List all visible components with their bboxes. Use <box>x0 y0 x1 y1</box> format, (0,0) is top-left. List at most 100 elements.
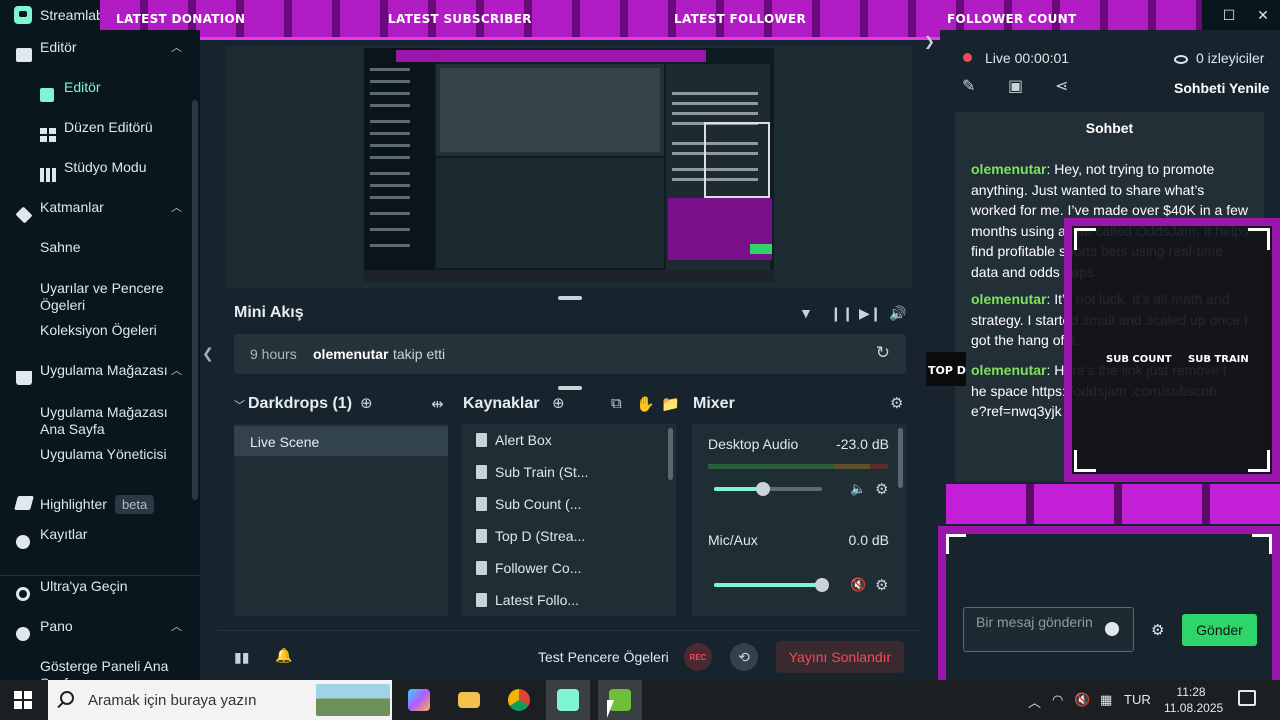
sidebar-item-label: Editör <box>64 79 101 95</box>
maximize-icon[interactable]: ☐ <box>1212 0 1246 30</box>
panels-resize-handle[interactable] <box>558 386 582 390</box>
gear-icon[interactable]: ⚙ <box>875 576 888 594</box>
volume-slider[interactable] <box>714 482 822 496</box>
document-icon <box>476 465 487 479</box>
sidebar-item-app-store-home[interactable]: Uygulama Mağazası Ana Sayfa <box>0 404 200 438</box>
notification-bell-icon[interactable]: 🔔 <box>275 647 292 664</box>
editor-icon <box>16 48 32 62</box>
eye-icon <box>1174 54 1188 64</box>
sidebar-scrollbar[interactable] <box>192 100 198 500</box>
chevron-up-icon[interactable]: ︿ <box>1028 692 1041 711</box>
edit-icon[interactable]: ✎ <box>962 76 975 96</box>
sidebar-item-label: Uygulama Mağazası <box>40 362 168 378</box>
preview-nested-screen <box>440 68 660 152</box>
preview-panels <box>436 158 664 268</box>
chrome-icon[interactable] <box>497 680 541 720</box>
gear-icon[interactable]: ⚙ <box>890 394 903 412</box>
sources-title: Kaynaklar <box>463 395 540 412</box>
end-stream-button[interactable]: Yayını Sonlandır <box>776 641 904 673</box>
scene-collection-title[interactable]: Darkdrops (1) <box>248 395 352 413</box>
list-item[interactable]: Alert Box <box>462 424 662 456</box>
gear-icon[interactable]: ⚙ <box>1151 621 1164 639</box>
list-item[interactable]: Follower Co... <box>462 552 662 584</box>
volume-icon[interactable]: 🔊 <box>889 305 906 322</box>
source-hand-icon[interactable]: ✋ <box>636 395 655 413</box>
slider-fill <box>714 583 822 587</box>
viewer-count: 0 izleyiciler <box>1174 50 1264 66</box>
security-icon[interactable]: ▦ <box>1100 692 1112 708</box>
preview-resize-handle[interactable] <box>558 296 582 300</box>
language-indicator[interactable]: TUR <box>1124 692 1151 707</box>
chat-username[interactable]: olemenutar <box>971 362 1046 378</box>
sidebar-section-highlighter[interactable]: Highlighter beta <box>0 492 200 514</box>
studio-mode-icon <box>40 168 56 182</box>
replay-buffer-icon[interactable]: ⟲ <box>730 643 758 671</box>
overlay-label-sub-train: SUB TRAIN <box>1188 354 1249 365</box>
chevron-down-icon[interactable]: ﹀ <box>234 397 245 413</box>
screen: Streamlabs ☐ ✕ LATEST DONATION LATEST SU… <box>0 0 1280 720</box>
collapse-sidebar-icon[interactable]: ❮ <box>202 345 214 362</box>
chat-username[interactable]: olemenutar <box>971 291 1046 307</box>
gear-icon[interactable]: ⚙ <box>875 480 888 498</box>
chevron-right-icon[interactable]: ❯ <box>924 34 935 50</box>
highlighter-icon <box>14 496 34 510</box>
streamlabs-taskbar-icon[interactable] <box>546 680 590 720</box>
mic-muted-icon[interactable]: 🔇 <box>850 577 866 593</box>
slider-thumb[interactable] <box>756 482 770 496</box>
chat-username[interactable]: olemenutar <box>971 161 1046 177</box>
overlay-label-sub-count: SUB COUNT <box>1106 354 1172 365</box>
send-button[interactable]: Gönder <box>1182 614 1257 646</box>
editor-footer: ▮▮ 🔔 Test Pencere Ögeleri REC ⟲ Yayını S… <box>218 630 920 680</box>
skip-icon[interactable]: ▶❙ <box>859 305 882 322</box>
preview-sidebar <box>364 48 434 270</box>
sources-scrollbar[interactable] <box>668 428 673 480</box>
add-scene-icon[interactable]: ⊕ <box>360 394 373 412</box>
chevron-up-icon: ︿ <box>171 202 182 214</box>
add-source-icon[interactable]: ⊕ <box>552 394 565 412</box>
notification-center-icon[interactable] <box>1238 690 1256 706</box>
sidebar: Editör ︿ Editör Düzen Editörü Stüdyo Mod… <box>0 30 200 680</box>
source-layout-icon[interactable]: ⧉ <box>611 395 622 412</box>
chevron-up-icon: ︿ <box>171 365 182 377</box>
performance-icon[interactable]: ▮▮ <box>234 649 249 666</box>
search-icon <box>60 691 74 705</box>
list-item[interactable]: Sub Train (St... <box>462 456 662 488</box>
sidebar-item-label: Gösterge Paneli Ana Sayfa <box>40 658 169 680</box>
file-explorer-icon[interactable] <box>447 680 491 720</box>
scene-item[interactable]: Live Scene <box>234 426 448 456</box>
pause-icon[interactable]: ❙❙ <box>830 305 853 322</box>
camera-icon[interactable]: ▣ <box>1008 76 1023 96</box>
test-widgets-button[interactable]: Test Pencere Ögeleri <box>538 649 669 665</box>
mini-feed-event: 9 hours olemenutar takip etti ↻ <box>234 334 906 374</box>
list-item[interactable]: Sub Count (... <box>462 488 662 520</box>
scene-transition-icon[interactable]: ⇹ <box>431 395 444 413</box>
overlay-sub-frame: SUB COUNT SUB TRAIN <box>1064 218 1280 482</box>
close-icon[interactable]: ✕ <box>1246 0 1280 30</box>
system-clock[interactable]: 11:28 11.08.2025 <box>1164 684 1223 716</box>
sidebar-item-dashboard-home[interactable]: Gösterge Paneli Ana Sayfa <box>0 658 200 680</box>
chat-message-input[interactable] <box>976 614 1096 648</box>
share-icon[interactable]: ⋖ <box>1055 76 1068 96</box>
refresh-chat-button[interactable]: Sohbeti Yenile <box>1174 80 1269 96</box>
windows-start-icon[interactable] <box>14 691 32 709</box>
streamlabs-logo-icon <box>14 6 32 24</box>
sidebar-item-alerts-widgets[interactable]: Uyarılar ve Pencere Ögeleri <box>0 280 200 314</box>
sidebar-item-label: Pano <box>40 618 73 634</box>
slider-thumb[interactable] <box>815 578 829 592</box>
filter-icon[interactable]: ▼ <box>799 305 813 321</box>
taskbar-search[interactable]: Aramak için buraya yazın <box>48 680 392 720</box>
repeat-alert-icon[interactable]: ↻ <box>876 343 890 363</box>
copilot-app-icon[interactable] <box>397 680 441 720</box>
list-item[interactable]: Top D (Strea... <box>462 520 662 552</box>
speaker-muted-icon[interactable]: 🔇 <box>1074 692 1090 708</box>
speaker-icon[interactable]: 🔈 <box>850 481 866 497</box>
wifi-icon[interactable]: ◠ <box>1052 692 1063 708</box>
event-time: 9 hours <box>250 346 297 362</box>
add-folder-icon[interactable]: 📁 <box>661 395 680 413</box>
list-item[interactable]: Latest Follo... <box>462 584 662 616</box>
mixer-scrollbar[interactable] <box>898 428 903 488</box>
emoji-icon[interactable] <box>1105 622 1119 636</box>
record-button[interactable]: REC <box>684 643 712 671</box>
live-indicator-icon <box>963 53 972 62</box>
volume-slider[interactable] <box>714 578 829 592</box>
